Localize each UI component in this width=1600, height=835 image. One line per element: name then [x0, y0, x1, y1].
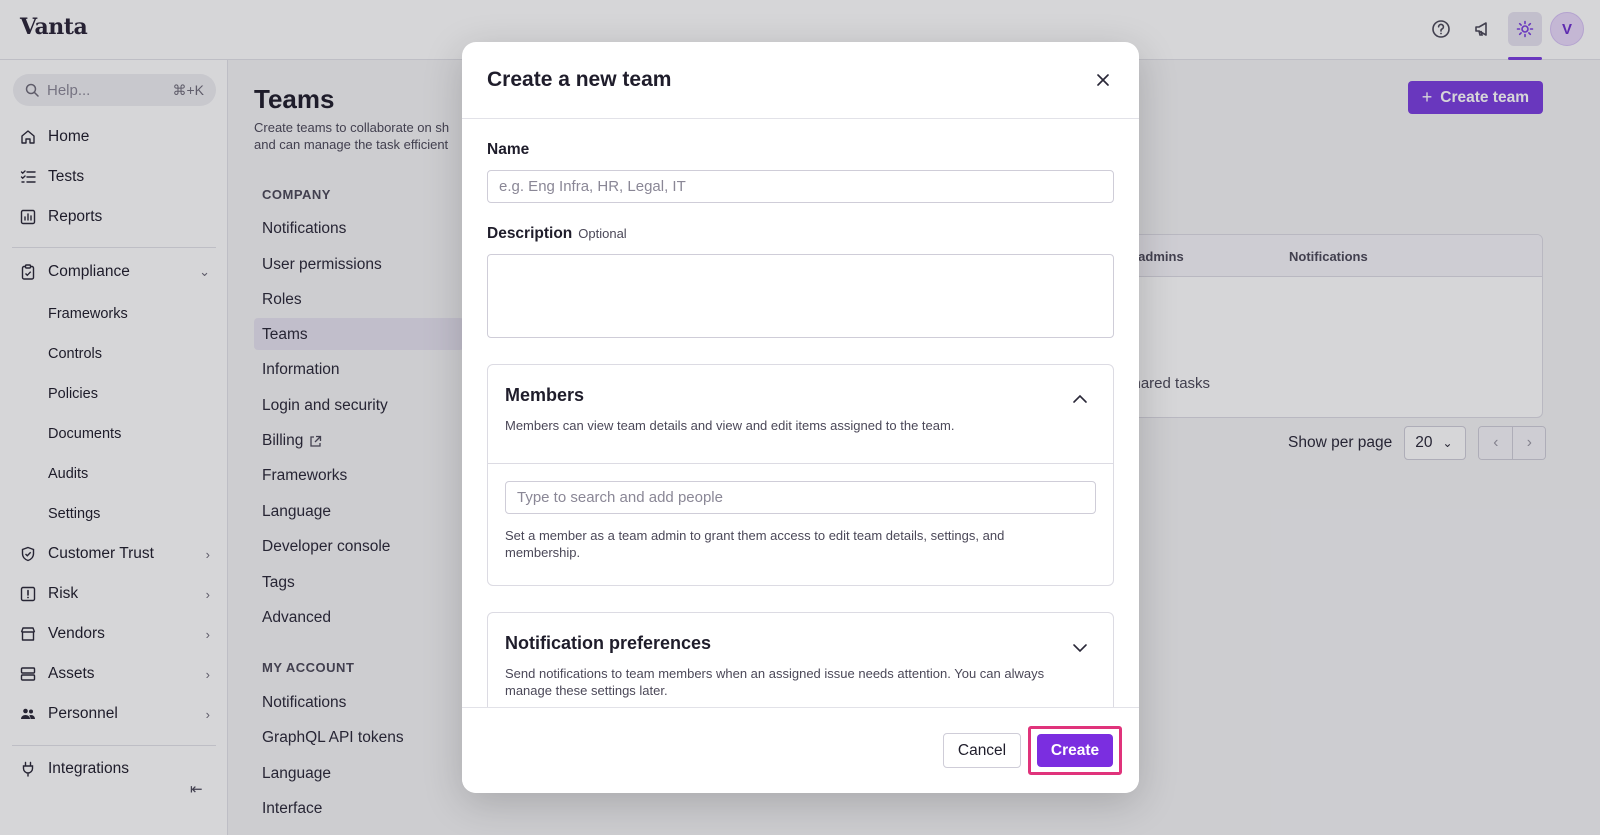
name-input[interactable]: e.g. Eng Infra, HR, Legal, IT	[487, 170, 1114, 203]
members-help-text: Set a member as a team admin to grant th…	[505, 528, 1005, 560]
optional-tag: Optional	[578, 226, 627, 241]
create-button-highlight: Create	[1028, 726, 1122, 775]
description-label-text: Description	[487, 225, 573, 242]
description-textarea[interactable]	[487, 254, 1114, 338]
modal-title: Create a new team	[487, 68, 672, 91]
create-button[interactable]: Create	[1037, 734, 1113, 767]
chevron-up-icon[interactable]	[1071, 390, 1089, 408]
description-label: Description Optional	[487, 225, 627, 243]
notification-preferences-title: Notification preferences	[505, 633, 712, 653]
close-icon[interactable]	[1091, 68, 1115, 92]
notification-preferences-description: Send notifications to team members when …	[505, 666, 1045, 698]
member-search-placeholder: Type to search and add people	[517, 489, 723, 506]
members-title: Members	[505, 385, 585, 405]
member-search-input[interactable]: Type to search and add people	[505, 481, 1096, 514]
members-section: Members Members can view team details an…	[487, 364, 1114, 586]
chevron-down-icon[interactable]	[1071, 639, 1089, 657]
section-divider	[488, 463, 1113, 464]
members-description: Members can view team details and view a…	[505, 418, 955, 433]
cancel-button[interactable]: Cancel	[943, 733, 1021, 768]
name-placeholder: e.g. Eng Infra, HR, Legal, IT	[499, 178, 686, 195]
name-label: Name	[487, 141, 530, 158]
modal-footer: Cancel Create	[462, 707, 1139, 793]
modal-header: Create a new team	[462, 42, 1139, 119]
create-team-modal: Create a new team Name e.g. Eng Infra, H…	[462, 42, 1139, 793]
